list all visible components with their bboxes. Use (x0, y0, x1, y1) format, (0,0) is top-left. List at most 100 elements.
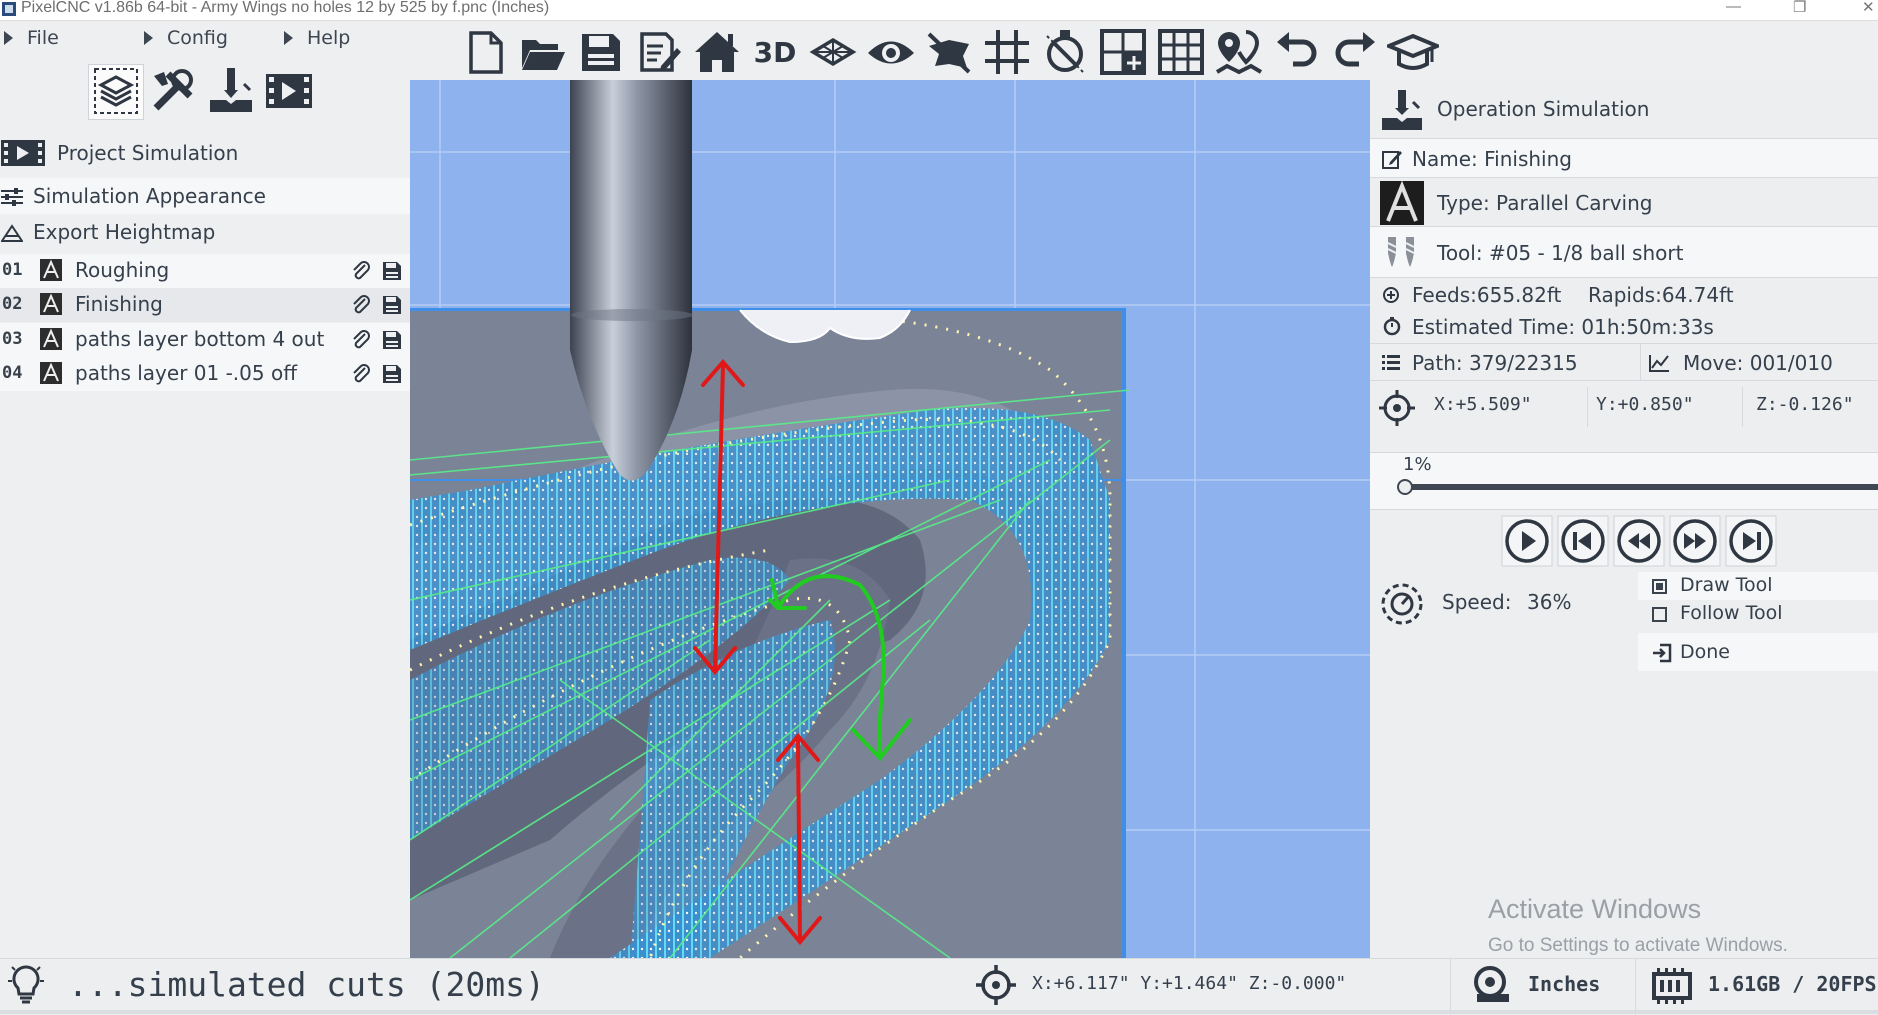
progress-handle[interactable] (1396, 479, 1413, 495)
simulation-appearance-row[interactable]: Simulation Appearance (0, 178, 410, 214)
triangle-right-icon (284, 31, 293, 45)
no-tool-icon (1046, 30, 1084, 73)
operation-row[interactable]: 01 Roughing (0, 254, 410, 288)
minimize-button[interactable]: — (1726, 0, 1741, 15)
operation-button[interactable] (204, 64, 258, 118)
operation-row[interactable]: 04 paths layer 01 -.05 off (0, 357, 410, 391)
fast-forward-button[interactable] (1669, 515, 1721, 567)
operation-label: Finishing (75, 292, 163, 316)
simulation-film-icon (266, 74, 312, 108)
home-button[interactable] (691, 26, 743, 78)
parallel-carving-icon (40, 259, 62, 281)
tutorial-button[interactable] (1383, 26, 1443, 78)
operation-name: Name: Finishing (1412, 147, 1572, 171)
save-icon[interactable] (381, 329, 403, 351)
follow-tool-label: Follow Tool (1680, 602, 1783, 624)
operation-number: 01 (2, 260, 23, 280)
skip-end-button[interactable] (1725, 515, 1777, 567)
hide-button[interactable] (923, 26, 975, 78)
rewind-button[interactable] (1613, 515, 1665, 567)
origin-button[interactable] (1213, 26, 1265, 78)
progress-label: 1% (1403, 454, 1432, 475)
operation-row-selected[interactable]: 02 Finishing (0, 288, 410, 322)
save-icon (582, 34, 620, 71)
draw-tool-label: Draw Tool (1680, 574, 1773, 596)
cursor-coordinates: X:+6.117" Y:+1.464" Z:-0.000" (1032, 973, 1347, 994)
follow-tool-option[interactable]: Follow Tool (1638, 600, 1878, 628)
paperclip-icon[interactable] (350, 260, 372, 282)
stopwatch-icon (1383, 317, 1401, 336)
title-bar: PixelCNC v1.86b 64-bit - Army Wings no h… (0, 0, 1878, 21)
units-label[interactable]: Inches (1528, 972, 1600, 996)
operation-number: 04 (2, 363, 23, 383)
skip-start-button[interactable] (1557, 515, 1609, 567)
status-bar: ...simulated cuts (20ms) X:+6.117" Y:+1.… (0, 958, 1878, 1015)
close-button[interactable]: ✕ (1862, 0, 1875, 16)
divider (1640, 344, 1641, 380)
tools-button[interactable] (146, 64, 200, 118)
progress-row: 1% (1370, 453, 1878, 509)
endmill-icon (1387, 237, 1415, 267)
layers-tool-button[interactable] (88, 64, 144, 120)
paperclip-icon[interactable] (350, 294, 372, 316)
tool-coordinates-row: X:+5.509" Y:+0.850" Z:-0.126" (1370, 381, 1878, 433)
grid-button[interactable] (981, 26, 1033, 78)
save-icon[interactable] (381, 260, 403, 282)
draw-tool-checkbox[interactable] (1652, 579, 1667, 594)
app-logo-icon (2, 2, 16, 16)
operation-row[interactable]: 03 paths layer bottom 4 out (0, 323, 410, 357)
tool-description: Tool: #05 - 1/8 ball short (1437, 241, 1684, 265)
lightbulb-icon (8, 965, 44, 1004)
menu-help[interactable]: Help (284, 22, 350, 54)
left-panel-tools (88, 62, 316, 120)
eye-icon (868, 41, 914, 64)
fast-forward-icon (1669, 515, 1721, 567)
simulation-viewport[interactable] (410, 80, 1370, 958)
edit-button[interactable] (633, 26, 685, 78)
open-button[interactable] (517, 26, 569, 78)
play-button[interactable] (1501, 515, 1553, 567)
layers-button[interactable] (807, 26, 859, 78)
save-button[interactable] (575, 26, 627, 78)
panel-header: Operation Simulation (1370, 80, 1878, 138)
simulation-button[interactable] (262, 64, 316, 118)
speed-value[interactable]: 36% (1527, 590, 1571, 614)
3d-view-button[interactable]: 3D (749, 26, 801, 78)
progress-slider[interactable] (1400, 484, 1878, 490)
panel-title: Operation Simulation (1437, 97, 1650, 121)
follow-tool-checkbox[interactable] (1652, 607, 1667, 622)
export-heightmap-row[interactable]: Export Heightmap (0, 214, 410, 250)
parallel-carving-icon (1380, 181, 1424, 225)
skip-start-icon (1557, 515, 1609, 567)
paperclip-icon[interactable] (350, 363, 372, 385)
undo-button[interactable] (1271, 26, 1323, 78)
menu-file[interactable]: File (4, 22, 59, 54)
maximize-button[interactable]: ❐ (1793, 0, 1806, 16)
new-file-button[interactable] (459, 26, 511, 78)
redo-button[interactable] (1329, 26, 1381, 78)
paperclip-icon[interactable] (350, 329, 372, 351)
crosshair-icon (1379, 390, 1415, 426)
feeds-value: Feeds:655.82ft (1412, 283, 1562, 307)
draw-tool-option[interactable]: Draw Tool (1638, 572, 1878, 600)
table-grid-button[interactable] (1155, 26, 1207, 78)
undo-icon (1277, 32, 1317, 67)
add-grid-button[interactable] (1097, 26, 1149, 78)
done-label: Done (1680, 641, 1730, 663)
save-icon[interactable] (381, 294, 403, 316)
operation-name-row: Name: Finishing (1370, 139, 1878, 177)
hide-icon (927, 32, 971, 74)
project-simulation-section[interactable]: Project Simulation (0, 136, 410, 170)
tool-display-button[interactable] (1039, 26, 1091, 78)
coord-z: Z:-0.126" (1756, 394, 1854, 415)
menu-config[interactable]: Config (144, 22, 228, 54)
home-icon (695, 32, 739, 72)
add-grid-icon (1100, 29, 1146, 75)
graduate-cap-icon (1383, 33, 1443, 70)
edit-document-icon (640, 32, 681, 72)
save-icon[interactable] (381, 363, 403, 385)
done-button[interactable]: Done (1638, 633, 1878, 671)
feed-rate-icon (1383, 287, 1399, 303)
view-button[interactable] (865, 26, 917, 78)
speed-label: Speed: (1442, 590, 1512, 614)
